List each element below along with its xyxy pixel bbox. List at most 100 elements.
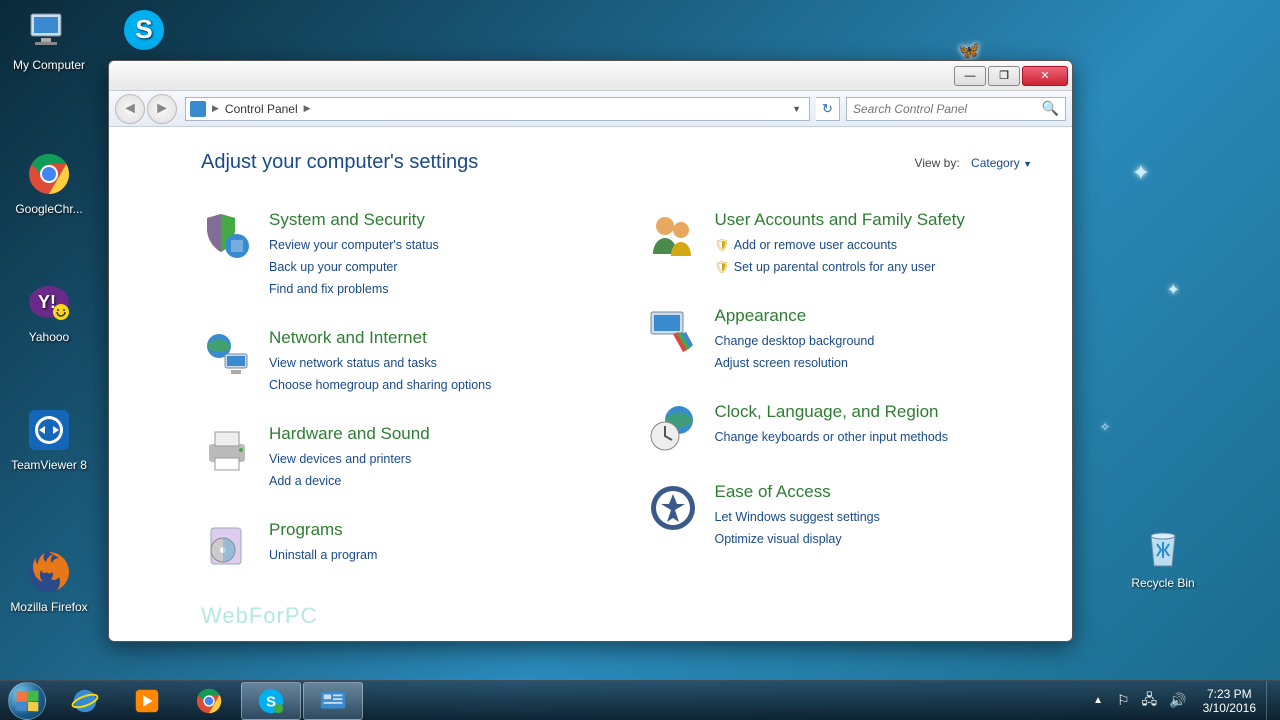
- volume-icon[interactable]: 🔊: [1163, 692, 1192, 709]
- flag-icon[interactable]: ⚐: [1111, 692, 1136, 709]
- category-user-accounts: User Accounts and Family Safety Add or r…: [647, 210, 1033, 278]
- desktop-icon-label: Yahooo: [29, 330, 69, 344]
- desktop-icon-label: Mozilla Firefox: [10, 600, 87, 614]
- network-icon: [201, 328, 253, 380]
- page-title: Adjust your computer's settings: [201, 151, 478, 174]
- nav-back-button[interactable]: ◄: [115, 94, 145, 124]
- clock-time: 7:23 PM: [1203, 687, 1256, 701]
- recycle-bin-icon: [1139, 524, 1187, 572]
- category-title[interactable]: Programs: [269, 520, 377, 540]
- my-computer-icon: [25, 6, 73, 54]
- control-panel-icon: [318, 686, 348, 716]
- chrome-icon: [25, 150, 73, 198]
- category-link[interactable]: Find and fix problems: [269, 278, 439, 300]
- category-ease-of-access: Ease of Access Let Windows suggest setti…: [647, 482, 1033, 550]
- ie-icon: [70, 686, 100, 716]
- show-desktop-button[interactable]: [1266, 681, 1280, 720]
- ease-of-access-icon: [647, 482, 699, 534]
- search-box[interactable]: 🔍: [846, 97, 1066, 121]
- tray-overflow-button[interactable]: ▲: [1085, 695, 1111, 706]
- control-panel-icon: [190, 101, 206, 117]
- system-tray: ▲ ⚐ 🖧 🔊 7:23 PM 3/10/2016: [1085, 681, 1280, 720]
- start-button[interactable]: [0, 681, 54, 720]
- navigation-bar: ◄ ► ▶ Control Panel ▶ ▼ ↻ 🔍: [109, 91, 1072, 127]
- start-orb-icon: [8, 682, 46, 720]
- category-link[interactable]: Uninstall a program: [269, 544, 377, 566]
- search-input[interactable]: [853, 102, 1042, 116]
- printer-icon: [201, 424, 253, 476]
- address-dropdown-icon[interactable]: ▼: [788, 104, 805, 114]
- desktop-icon-yahoo[interactable]: Y! Yahooo: [10, 278, 88, 344]
- category-link[interactable]: Set up parental controls for any user: [715, 256, 965, 278]
- category-link[interactable]: View devices and printers: [269, 448, 430, 470]
- desktop-icon-skype[interactable]: S: [105, 6, 183, 58]
- category-title[interactable]: Appearance: [715, 306, 875, 326]
- desktop-icon-teamviewer[interactable]: TeamViewer 8: [10, 406, 88, 472]
- category-title[interactable]: Ease of Access: [715, 482, 880, 502]
- desktop-icon-label: My Computer: [13, 58, 85, 72]
- category-link[interactable]: Adjust screen resolution: [715, 352, 875, 374]
- maximize-button[interactable]: ❐: [988, 66, 1020, 86]
- desktop-icon-firefox[interactable]: Mozilla Firefox: [10, 548, 88, 614]
- category-network: Network and Internet View network status…: [201, 328, 587, 396]
- category-title[interactable]: Network and Internet: [269, 328, 491, 348]
- category-link[interactable]: Add or remove user accounts: [715, 234, 965, 256]
- category-title[interactable]: User Accounts and Family Safety: [715, 210, 965, 230]
- chrome-icon: [194, 686, 224, 716]
- desktop-icon-chrome[interactable]: GoogleChr...: [10, 150, 88, 216]
- refresh-button[interactable]: ↻: [816, 97, 840, 121]
- taskbar-clock[interactable]: 7:23 PM 3/10/2016: [1193, 687, 1266, 715]
- users-icon: [647, 210, 699, 262]
- search-icon: 🔍: [1042, 100, 1059, 117]
- taskbar: S ▲ ⚐ 🖧 🔊 7:23 PM 3/10/2016: [0, 680, 1280, 720]
- skype-icon: S: [256, 686, 286, 716]
- category-title[interactable]: Clock, Language, and Region: [715, 402, 948, 422]
- taskbar-item-media-player[interactable]: [117, 682, 177, 720]
- view-by: View by: Category ▼: [915, 156, 1032, 170]
- desktop-icon-label: Recycle Bin: [1131, 576, 1194, 590]
- breadcrumb-separator-icon: ▶: [302, 103, 313, 114]
- desktop-icon-label: TeamViewer 8: [11, 458, 87, 472]
- category-link[interactable]: Add a device: [269, 470, 430, 492]
- taskbar-item-ie[interactable]: [55, 682, 115, 720]
- programs-icon: [201, 520, 253, 572]
- category-programs: Programs Uninstall a program: [201, 520, 587, 572]
- clock-globe-icon: [647, 402, 699, 454]
- minimize-button[interactable]: —: [954, 66, 986, 86]
- clock-date: 3/10/2016: [1203, 701, 1256, 715]
- breadcrumb-separator-icon: ▶: [210, 103, 221, 114]
- view-by-label: View by:: [915, 156, 960, 170]
- nav-forward-button[interactable]: ►: [147, 94, 177, 124]
- yahoo-icon: Y!: [25, 278, 73, 326]
- taskbar-item-chrome[interactable]: [179, 682, 239, 720]
- taskbar-item-skype[interactable]: S: [241, 682, 301, 720]
- category-link[interactable]: Back up your computer: [269, 256, 439, 278]
- network-tray-icon[interactable]: 🖧: [1136, 689, 1164, 713]
- category-system-security: System and Security Review your computer…: [201, 210, 587, 300]
- category-link[interactable]: Change keyboards or other input methods: [715, 426, 948, 448]
- address-bar[interactable]: ▶ Control Panel ▶ ▼: [185, 97, 810, 121]
- desktop-icon-label: GoogleChr...: [15, 202, 82, 216]
- category-link[interactable]: Optimize visual display: [715, 528, 880, 550]
- teamviewer-icon: [25, 406, 73, 454]
- category-link[interactable]: Review your computer's status: [269, 234, 439, 256]
- desktop-icon-recycle-bin[interactable]: Recycle Bin: [1124, 524, 1202, 590]
- chevron-down-icon: ▼: [1023, 159, 1032, 169]
- category-link[interactable]: Let Windows suggest settings: [715, 506, 880, 528]
- view-by-selector[interactable]: Category ▼: [971, 156, 1032, 170]
- category-link[interactable]: Change desktop background: [715, 330, 875, 352]
- control-panel-window: — ❐ ✕ ◄ ► ▶ Control Panel ▶ ▼ ↻ 🔍 Adjust…: [108, 60, 1073, 642]
- category-clock-region: Clock, Language, and Region Change keybo…: [647, 402, 1033, 454]
- category-title[interactable]: System and Security: [269, 210, 439, 230]
- close-button[interactable]: ✕: [1022, 66, 1068, 86]
- watermark: WebForPC: [201, 603, 317, 629]
- desktop-icon-my-computer[interactable]: My Computer: [10, 6, 88, 72]
- category-link[interactable]: View network status and tasks: [269, 352, 491, 374]
- svg-text:Y!: Y!: [38, 292, 56, 312]
- category-link[interactable]: Choose homegroup and sharing options: [269, 374, 491, 396]
- taskbar-item-control-panel[interactable]: [303, 682, 363, 720]
- content-area: Adjust your computer's settings View by:…: [109, 127, 1072, 637]
- media-player-icon: [132, 686, 162, 716]
- category-title[interactable]: Hardware and Sound: [269, 424, 430, 444]
- breadcrumb-item[interactable]: Control Panel: [221, 102, 302, 116]
